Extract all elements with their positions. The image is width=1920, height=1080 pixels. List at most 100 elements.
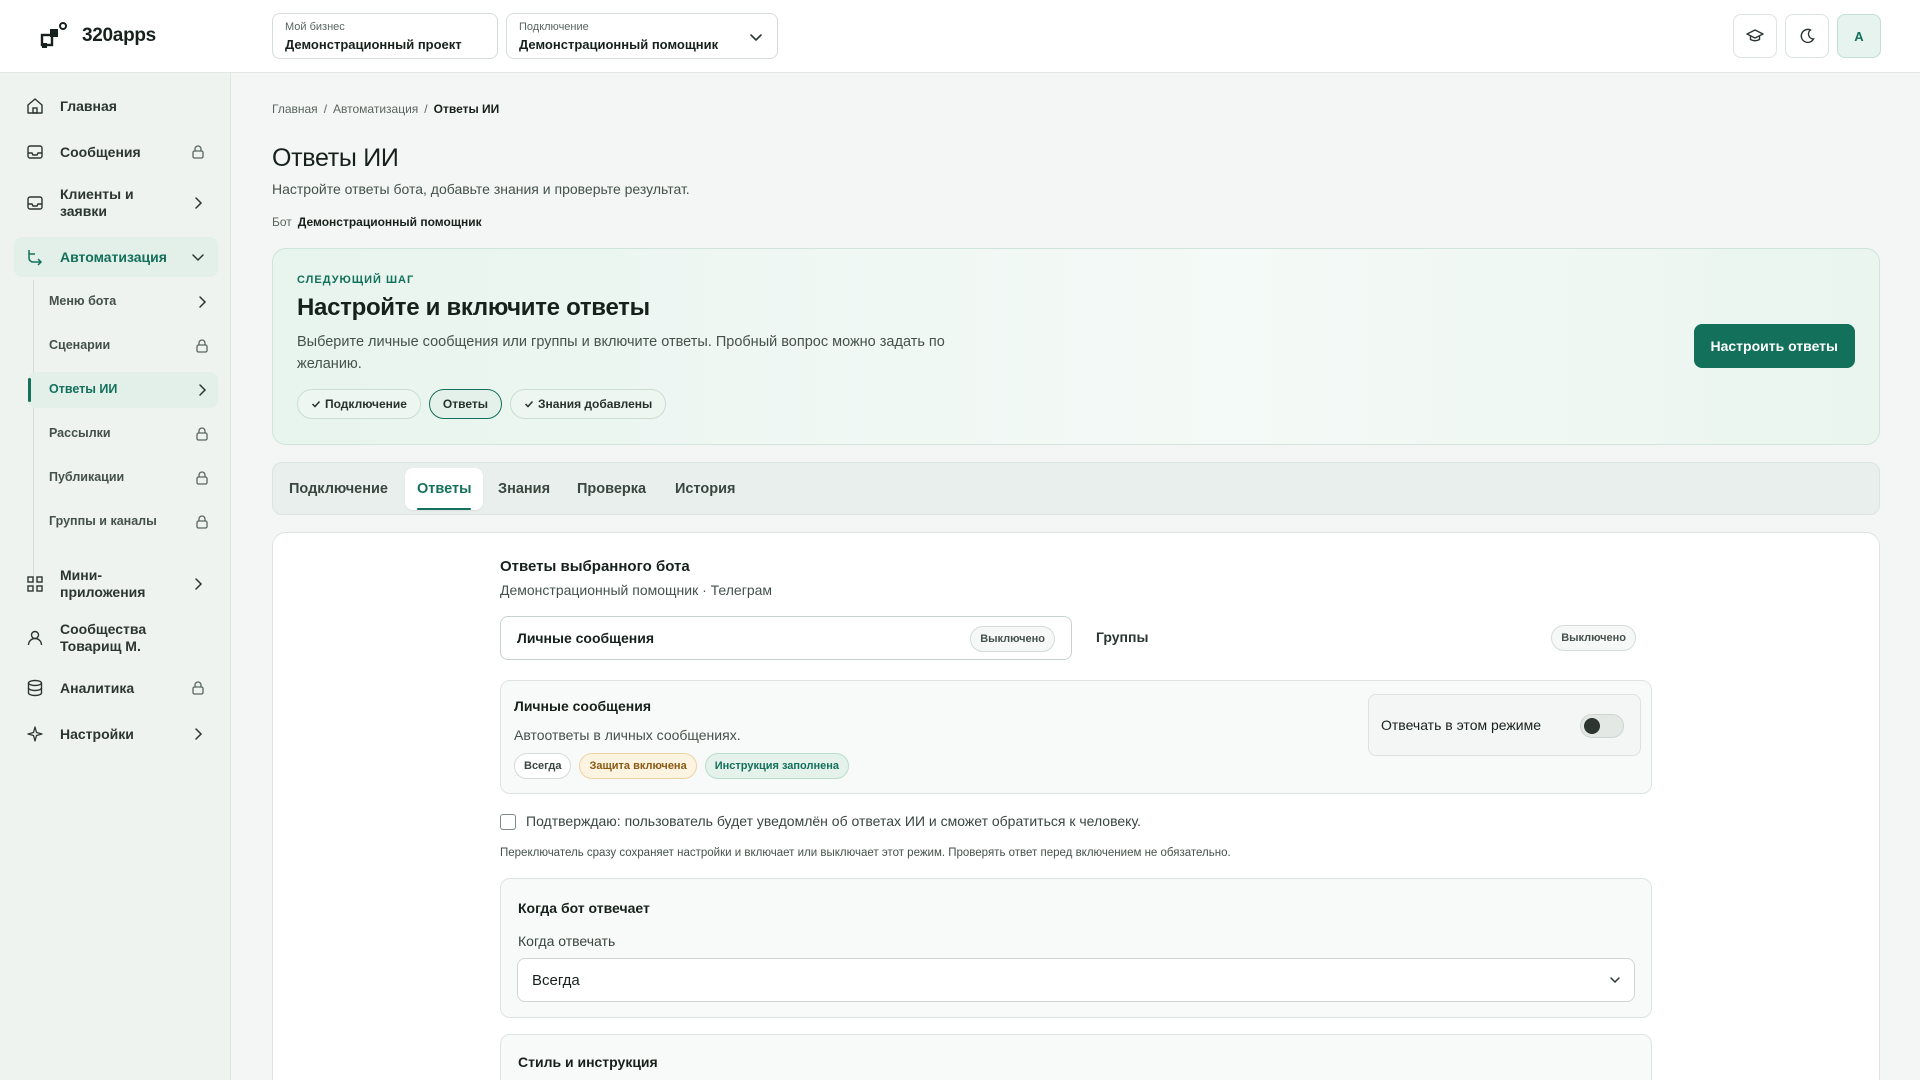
answers-title: Ответы выбранного бота [500,558,690,575]
avatar[interactable]: A [1837,14,1881,58]
sidebar-subitem-ai-answers[interactable]: Ответы ИИ [28,372,218,408]
next-step-title: Настройте и включите ответы [297,294,650,321]
status-badge: Выключено [970,626,1055,652]
business-picker[interactable]: Мой бизнес Демонстрационный проект [272,13,498,59]
lock-icon [196,515,208,529]
confirm-checkbox[interactable] [500,814,516,830]
sidebar-subitem-label: Рассылки [49,426,111,440]
when-select-value: Всегда [532,972,580,989]
lock-icon [192,145,204,159]
sidebar-subitem-groups-channels[interactable]: Группы и каналы [28,504,218,540]
chevron-right-icon [195,197,203,209]
next-step-eyebrow: СЛЕДУЮЩИЙ ШАГ [297,274,415,286]
when-select[interactable]: Всегда [517,958,1635,1002]
chip-label: Подключение [325,397,407,411]
sidebar-item-label: Настройки [60,725,134,742]
next-step-card: СЛЕДУЮЩИЙ ШАГ Настройте и включите ответ… [272,248,1880,445]
page-title: Ответы ИИ [272,144,399,172]
sidebar-subitem-label: Ответы ИИ [49,382,118,396]
chevron-right-icon [199,384,207,396]
automation-icon [28,250,43,266]
user-icon [27,630,43,646]
breadcrumb-home[interactable]: Главная [272,102,318,116]
toggle-knob [1584,718,1600,734]
chip-label: Ответы [442,397,488,411]
chevron-right-icon [195,578,203,590]
tab-history[interactable]: История [663,468,748,510]
page-subtitle: Настройте ответы бота, добавьте знания и… [272,181,690,197]
personal-messages-card: Личные сообщения Автоответы в личных соо… [500,680,1652,794]
tab-answers[interactable]: Ответы [405,468,484,510]
sidebar-subitem-label: Меню бота [49,294,117,308]
next-step-description: Выберите личные сообщения или группы и в… [297,334,945,372]
business-label: Мой бизнес [285,21,345,33]
chip-connection[interactable]: Подключение [297,389,421,419]
breadcrumb-current: Ответы ИИ [433,102,500,116]
graduation-cap-icon [1746,29,1764,42]
reply-mode-box: Отвечать в этом режиме [1368,694,1641,756]
sidebar-item-settings[interactable]: Настройки [14,716,218,752]
sidebar-item-mini-apps[interactable]: Мини-приложения [14,560,218,608]
chevron-right-icon [195,728,203,740]
breadcrumb-automation[interactable]: Автоматизация [333,102,418,116]
configure-answers-button[interactable]: Настроить ответы [1693,324,1855,368]
connection-label: Подключение [519,21,589,33]
sidebar-subitem-scenarios[interactable]: Сценарии [28,328,218,364]
sidebar-item-home[interactable]: Главная [14,88,218,124]
tab-knowledge[interactable]: Знания [486,468,562,510]
top-bar: 320apps Мой бизнес Демонстрационный прое… [0,0,1920,73]
database-icon [27,679,43,697]
theme-toggle-button[interactable] [1785,14,1829,58]
apps-icon [27,576,43,592]
style-title: Стиль и инструкция [518,1054,658,1070]
breadcrumb-separator: / [424,102,428,116]
inbox-icon [27,196,43,210]
reply-toggle[interactable] [1580,714,1624,738]
when-label: Когда отвечать [518,933,616,949]
check-icon [311,400,321,408]
sidebar-item-analytics[interactable]: Аналитика [14,670,218,706]
sidebar-subitem-publications[interactable]: Публикации [28,460,218,496]
chip-answers[interactable]: Ответы [428,389,502,419]
sidebar-item-communities[interactable]: Сообщества Товарищ М. [14,614,218,662]
personal-card-description: Автоответы в личных сообщениях. [514,727,741,743]
breadcrumb: Главная / Автоматизация / Ответы ИИ [272,102,499,116]
sidebar-item-label: Автоматизация [60,248,167,265]
sidebar-subitem-mailings[interactable]: Рассылки [28,416,218,452]
chevron-down-icon [192,254,204,262]
sidebar-subitem-label: Группы и каналы [49,514,157,528]
personal-card-title: Личные сообщения [514,698,652,714]
answers-subtitle: Демонстрационный помощник · Телеграм [500,582,773,598]
bot-indicator: Бот Демонстрационный помощник [272,215,482,229]
when-card: Когда бот отвечает Когда отвечать Всегда [500,878,1652,1018]
sidebar-subitem-bot-menu[interactable]: Меню бота [28,284,218,320]
check-icon [524,400,534,408]
chip-knowledge[interactable]: Знания добавлены [510,389,667,419]
tab-connection[interactable]: Подключение [277,468,400,510]
business-value: Демонстрационный проект [285,37,462,52]
app-logo[interactable]: 320apps [40,21,156,51]
sidebar-item-automation[interactable]: Автоматизация [14,237,218,277]
mode-label: Личные сообщения [517,630,655,646]
sidebar-item-label: Клиенты и заявки [60,186,134,219]
chevron-down-icon [1610,977,1620,984]
toggle-hint: Переключатель сразу сохраняет настройки … [500,847,1231,859]
sidebar-item-messages[interactable]: Сообщения [14,134,218,170]
style-card: Стиль и инструкция [500,1034,1652,1080]
sparkle-icon [27,726,43,742]
progress-chips: Подключение Ответы Знания добавлены [297,389,667,419]
chevron-down-icon [750,34,762,42]
sidebar-item-label: Сообщения [60,143,141,160]
when-title: Когда бот отвечает [518,900,650,916]
mode-groups[interactable]: Группы Выключено [1080,616,1652,660]
learning-button[interactable] [1733,14,1777,58]
sidebar-item-label: Аналитика [60,679,135,696]
status-badge: Выключено [1551,625,1636,651]
sidebar-item-label: Главная [60,97,117,114]
mode-personal[interactable]: Личные сообщения Выключено [500,616,1072,660]
lock-icon [196,339,208,353]
home-icon [27,98,43,114]
sidebar-item-clients[interactable]: Клиенты и заявки [14,179,218,227]
connection-picker[interactable]: Подключение Демонстрационный помощник [506,13,778,59]
tab-check[interactable]: Проверка [565,468,658,510]
